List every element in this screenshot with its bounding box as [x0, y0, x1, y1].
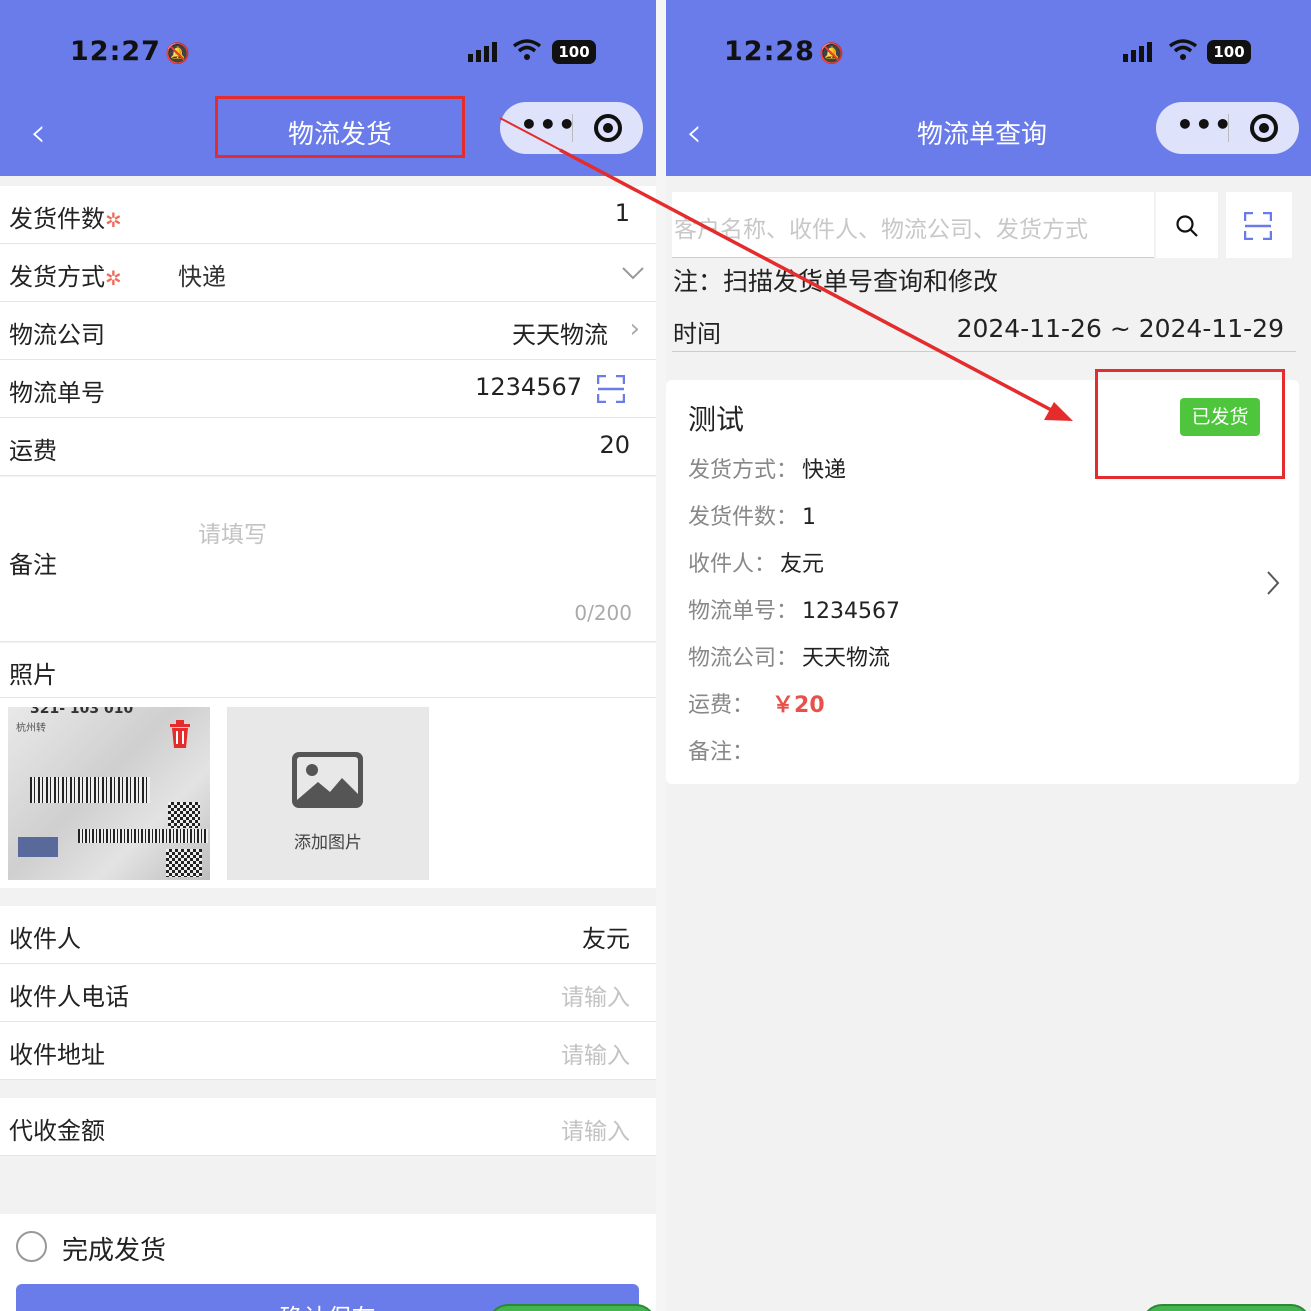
annotation-arrow: [499, 117, 1073, 421]
screenshot-stage: 12:27🔕 100 ‹ 物流发货 ••• 发货件数✲ 1 发货方式✲ 快递: [0, 0, 1311, 1311]
